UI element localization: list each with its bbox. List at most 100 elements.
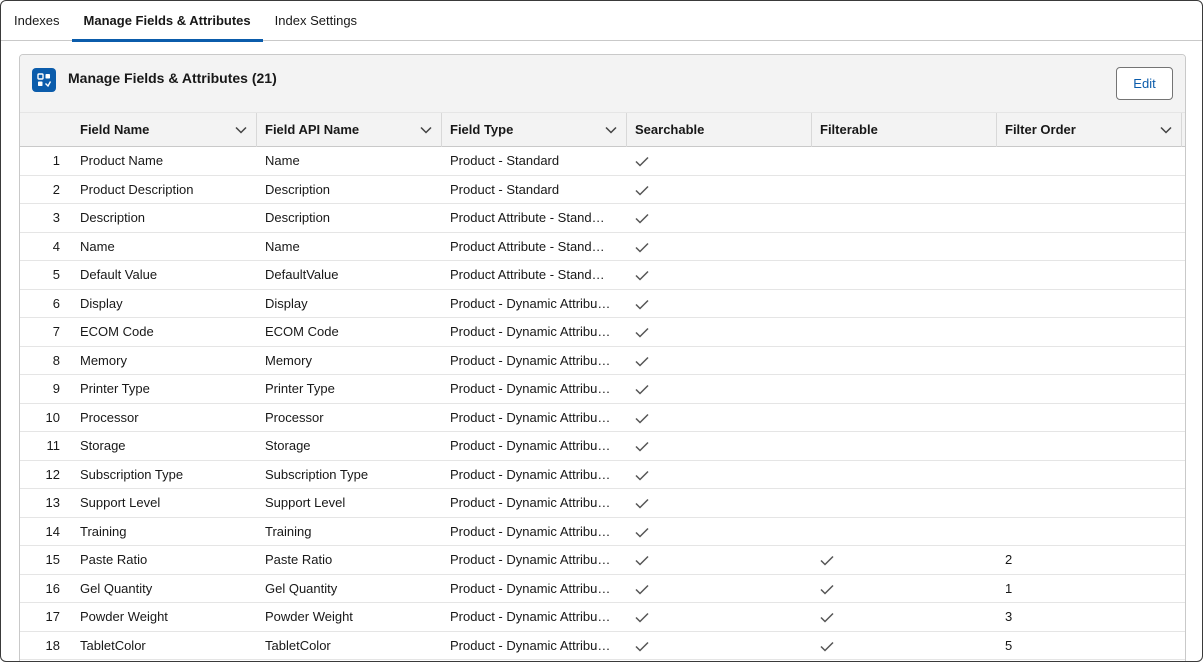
table-row[interactable]: 4 Name Name Product Attribute - Stand… bbox=[20, 233, 1185, 261]
column-header-searchable[interactable]: Searchable bbox=[627, 113, 812, 147]
column-header-filter-order[interactable]: Filter Order bbox=[997, 113, 1182, 147]
row-number: 7 bbox=[52, 324, 60, 339]
filterable-cell bbox=[812, 318, 997, 346]
filter-order-cell bbox=[997, 261, 1182, 289]
table-row[interactable]: 18 TabletColor TabletColor Product - Dynami… bbox=[20, 632, 1185, 660]
table-row[interactable]: 7 ECOM Code ECOM Code Product - Dynamic Att… bbox=[20, 318, 1185, 347]
field-name-cell: Processor bbox=[80, 409, 139, 425]
tab-index-settings[interactable]: Index Settings bbox=[263, 1, 369, 41]
chevron-down-icon[interactable] bbox=[1160, 113, 1172, 147]
field-name-cell: Memory bbox=[80, 352, 127, 368]
field-api-name-cell: Description bbox=[265, 210, 331, 225]
column-header-field-api-name[interactable]: Field API Name bbox=[257, 113, 442, 147]
table-row[interactable]: 3 Description Description Product Attribute… bbox=[20, 204, 1185, 233]
field-api-name-cell: DefaultValue bbox=[265, 267, 339, 282]
table-row[interactable]: 8 Memory Memory Product - Dynamic Attribu… bbox=[20, 347, 1185, 375]
filterable-cell bbox=[812, 347, 997, 375]
column-header-label: Searchable bbox=[635, 122, 705, 137]
filterable-cell bbox=[812, 575, 997, 603]
filter-order-cell: 3 bbox=[1005, 609, 1013, 624]
field-api-name-cell: Memory bbox=[265, 352, 312, 368]
filterable-cell bbox=[812, 461, 997, 489]
filter-order-cell bbox=[997, 233, 1182, 261]
checkmark-icon bbox=[635, 613, 649, 623]
field-name-cell: Description bbox=[80, 210, 146, 225]
field-type-cell: Product - Dynamic Attribu… bbox=[450, 523, 611, 539]
field-type-cell: Product - Dynamic Attribu… bbox=[450, 580, 611, 596]
filter-order-cell bbox=[997, 432, 1182, 460]
manage-fields-card: Manage Fields & Attributes (21) Edit Fie… bbox=[19, 54, 1186, 661]
field-name-cell: Support Level bbox=[80, 495, 161, 510]
filter-order-cell: 5 bbox=[1005, 637, 1013, 653]
row-number: 2 bbox=[52, 181, 60, 197]
field-api-name-cell: Storage bbox=[265, 438, 311, 453]
checkmark-icon bbox=[635, 641, 649, 652]
table-body: 1 Product Name Name Product - Standard 2 Prod… bbox=[20, 147, 1185, 660]
column-header-field-name[interactable]: Field Name bbox=[72, 113, 257, 147]
row-number: 13 bbox=[45, 495, 60, 510]
field-name-cell: ECOM Code bbox=[80, 324, 154, 339]
filterable-cell bbox=[812, 204, 997, 232]
searchable-cell bbox=[627, 347, 812, 375]
field-name-cell: Paste Ratio bbox=[80, 552, 148, 567]
row-number: 17 bbox=[45, 609, 60, 624]
table-row[interactable]: 5 Default Value DefaultValue Product Attrib… bbox=[20, 261, 1185, 290]
edit-button[interactable]: Edit bbox=[1116, 67, 1173, 100]
checkmark-icon bbox=[635, 242, 649, 253]
filter-order-cell bbox=[997, 290, 1182, 318]
searchable-cell bbox=[627, 518, 812, 546]
filter-order-cell bbox=[997, 461, 1182, 489]
searchable-cell bbox=[627, 375, 812, 403]
filterable-cell bbox=[812, 432, 997, 460]
field-api-name-cell: Powder Weight bbox=[265, 609, 353, 624]
filter-order-cell bbox=[997, 489, 1182, 517]
field-type-cell: Product - Dynamic Attribu… bbox=[450, 295, 611, 311]
field-api-name-cell: Support Level bbox=[265, 495, 346, 510]
filter-order-cell bbox=[997, 347, 1182, 375]
filterable-cell bbox=[812, 546, 997, 574]
filter-order-cell bbox=[997, 518, 1182, 546]
column-header-filterable[interactable]: Filterable bbox=[812, 113, 997, 147]
table-row[interactable]: 9 Printer Type Printer Type Product - Dynam… bbox=[20, 375, 1185, 404]
checkmark-icon bbox=[635, 214, 649, 224]
field-type-cell: Product - Dynamic Attribu… bbox=[450, 552, 611, 567]
table-row[interactable]: 2 Product Description Description Product -… bbox=[20, 176, 1185, 204]
filter-order-cell: 1 bbox=[1005, 580, 1013, 596]
checkmark-icon bbox=[635, 328, 649, 338]
tab-manage-fields[interactable]: Manage Fields & Attributes bbox=[71, 1, 263, 42]
field-api-name-cell: Printer Type bbox=[265, 381, 335, 396]
filter-order-cell bbox=[997, 404, 1182, 432]
checkmark-icon bbox=[635, 584, 649, 595]
checkmark-icon bbox=[635, 356, 649, 367]
table-row[interactable]: 13 Support Level Support Level Product - Dy… bbox=[20, 489, 1185, 518]
column-header-field-type[interactable]: Field Type bbox=[442, 113, 627, 147]
table-row[interactable]: 1 Product Name Name Product - Standard bbox=[20, 147, 1185, 176]
row-number: 8 bbox=[52, 352, 60, 368]
column-header-label: Field Name bbox=[80, 122, 150, 137]
table-row[interactable]: 17 Powder Weight Powder Weight Product - Dy… bbox=[20, 603, 1185, 632]
searchable-cell bbox=[627, 318, 812, 346]
table-row[interactable]: 15 Paste Ratio Paste Ratio Product - Dynami… bbox=[20, 546, 1185, 575]
index-fields-icon bbox=[32, 68, 56, 92]
chevron-down-icon[interactable] bbox=[420, 113, 432, 147]
field-type-cell: Product - Dynamic Attribu… bbox=[450, 409, 611, 425]
filter-order-cell bbox=[997, 318, 1182, 346]
field-api-name-cell: Training bbox=[265, 523, 312, 539]
table-row[interactable]: 14 Training Training Product - Dynamic Attr… bbox=[20, 518, 1185, 546]
table-row[interactable]: 6 Display Display Product - Dynamic Attribu… bbox=[20, 290, 1185, 318]
table-row[interactable]: 10 Processor Processor Product - Dynamic At… bbox=[20, 404, 1185, 432]
chevron-down-icon[interactable] bbox=[605, 113, 617, 147]
field-name-cell: TabletColor bbox=[80, 637, 146, 653]
filterable-cell bbox=[812, 489, 997, 517]
table-row[interactable]: 16 Gel Quantity Gel Quantity Product - Dyna… bbox=[20, 575, 1185, 603]
table-row[interactable]: 12 Subscription Type Subscription Type Prod… bbox=[20, 461, 1185, 489]
searchable-cell bbox=[627, 432, 812, 460]
searchable-cell bbox=[627, 546, 812, 574]
tab-indexes[interactable]: Indexes bbox=[1, 1, 72, 41]
chevron-down-icon[interactable] bbox=[235, 113, 247, 147]
table-row[interactable]: 11 Storage Storage Product - Dynamic Attrib… bbox=[20, 432, 1185, 461]
field-api-name-cell: Display bbox=[265, 295, 308, 311]
row-number: 3 bbox=[52, 210, 60, 225]
checkmark-icon bbox=[635, 499, 649, 509]
checkmark-icon bbox=[635, 385, 649, 395]
